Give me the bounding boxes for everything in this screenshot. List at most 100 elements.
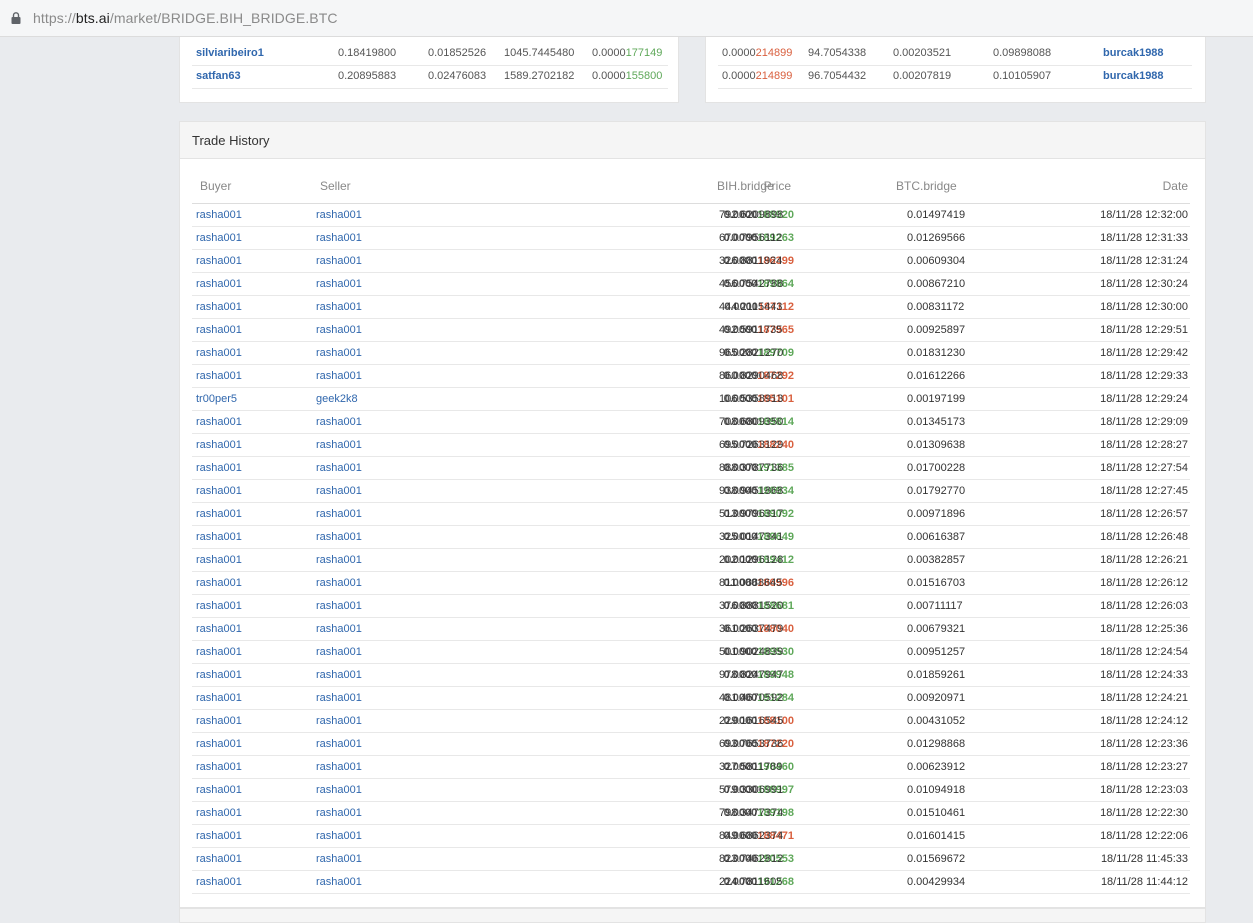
ask-row: 0.0000214899 94.7054338 0.00203521 0.098… (718, 42, 1192, 66)
trade-btc-amount: 0.01569672 (907, 853, 966, 865)
seller-link[interactable]: rasha001 (316, 457, 362, 479)
buyer-link[interactable]: rasha001 (196, 319, 242, 341)
url-text[interactable]: https://bts.ai/market/BRIDGE.BIH_BRIDGE.… (33, 10, 338, 26)
buyer-link[interactable]: rasha001 (196, 204, 242, 226)
buyer-link[interactable]: rasha001 (196, 871, 242, 893)
buyer-link[interactable]: rasha001 (196, 342, 242, 364)
buyer-link[interactable]: rasha001 (196, 641, 242, 663)
buyer-link[interactable]: rasha001 (196, 457, 242, 479)
url-scheme: https:// (33, 10, 76, 26)
table-row: rasha001 rasha001 0.0000188100 229.1616545 0… (192, 710, 1190, 733)
column-bih[interactable]: BIH.bridge (717, 179, 774, 193)
seller-link[interactable]: rasha001 (316, 342, 362, 364)
seller-link[interactable]: rasha001 (316, 549, 362, 571)
column-btc[interactable]: BTC.bridge (896, 179, 957, 193)
seller-link[interactable]: rasha001 (316, 687, 362, 709)
seller-link[interactable]: rasha001 (316, 710, 362, 732)
ask-row: 0.0000214899 96.7054432 0.00207819 0.101… (718, 65, 1192, 89)
trade-btc-amount: 0.00616387 (907, 531, 966, 543)
trade-btc-amount: 0.01601415 (907, 830, 966, 842)
seller-link[interactable]: rasha001 (316, 733, 362, 755)
seller-link[interactable]: rasha001 (316, 825, 362, 847)
seller-link[interactable]: rasha001 (316, 595, 362, 617)
buyer-link[interactable]: rasha001 (196, 848, 242, 870)
seller-link[interactable]: rasha001 (316, 365, 362, 387)
trade-bih-amount: 456.7542788 (719, 278, 784, 290)
buyer-link[interactable]: rasha001 (196, 687, 242, 709)
table-row: rasha001 rasha001 0.0000187112 444.2115443 0… (192, 296, 1190, 319)
buyer-link[interactable]: rasha001 (196, 779, 242, 801)
trade-history-rows: rasha001 rasha001 0.0000188920 792.6209898 0… (192, 204, 1190, 894)
seller-link[interactable]: rasha001 (316, 526, 362, 548)
seller-link[interactable]: rasha001 (316, 848, 362, 870)
seller-link[interactable]: rasha001 (316, 227, 362, 249)
trade-btc-amount: 0.00951257 (907, 646, 966, 658)
seller-link[interactable]: rasha001 (316, 434, 362, 456)
buyer-link[interactable]: rasha001 (196, 549, 242, 571)
buyer-link[interactable]: rasha001 (196, 595, 242, 617)
column-buyer[interactable]: Buyer (200, 179, 231, 193)
buyer-link[interactable]: rasha001 (196, 227, 242, 249)
buyer-link[interactable]: rasha001 (196, 296, 242, 318)
ask-account-link[interactable]: burcak1988 (1103, 65, 1164, 88)
column-date[interactable]: Date (1163, 179, 1188, 193)
url-host: bts.ai (75, 10, 110, 26)
trade-bih-amount: 106.5358913 (719, 393, 784, 405)
seller-link[interactable]: rasha001 (316, 756, 362, 778)
buyer-link[interactable]: rasha001 (196, 365, 242, 387)
seller-link[interactable]: rasha001 (316, 779, 362, 801)
table-row: rasha001 rasha001 0.0000189864 456.7542788 0… (192, 273, 1190, 296)
buyer-link[interactable]: rasha001 (196, 411, 242, 433)
table-row: rasha001 rasha001 0.0000189649 325.0147341 0… (192, 526, 1190, 549)
buyer-link[interactable]: tr00per5 (196, 388, 237, 410)
buyer-link[interactable]: rasha001 (196, 273, 242, 295)
buyer-link[interactable]: rasha001 (196, 664, 242, 686)
trade-date: 18/11/28 12:26:57 (1100, 508, 1188, 520)
buyer-link[interactable]: rasha001 (196, 480, 242, 502)
bid-btc: 0.02476083 (428, 70, 487, 82)
seller-link[interactable]: rasha001 (316, 572, 362, 594)
table-row: tr00per5 geek2k8 0.0000185101 106.5358913 0.… (192, 388, 1190, 411)
seller-link[interactable]: rasha001 (316, 641, 362, 663)
bid-account-link[interactable]: silviaribeiro1 (196, 42, 264, 65)
bid-price-digits: 155800 (625, 70, 663, 82)
seller-link[interactable]: rasha001 (316, 503, 362, 525)
ask-btc: 0.00207819 (893, 70, 952, 82)
seller-link[interactable]: rasha001 (316, 480, 362, 502)
trade-bih-amount: 695.7263129 (719, 439, 784, 451)
table-row: rasha001 rasha001 0.0000189948 978.8247947 0… (192, 664, 1190, 687)
browser-address-bar[interactable]: https://bts.ai/market/BRIDGE.BIH_BRIDGE.… (0, 0, 1253, 37)
buyer-link[interactable]: rasha001 (196, 250, 242, 272)
seller-link[interactable]: rasha001 (316, 802, 362, 824)
trade-btc-amount: 0.00925897 (907, 324, 966, 336)
trade-date: 18/11/28 12:28:27 (1100, 439, 1188, 451)
ask-account-link[interactable]: burcak1988 (1103, 42, 1164, 65)
trade-date: 18/11/28 12:30:00 (1100, 301, 1188, 313)
ask-total: 0.09898088 (993, 47, 1052, 59)
trade-bih-amount: 938.9451868 (719, 485, 784, 497)
buyer-link[interactable]: rasha001 (196, 572, 242, 594)
buyer-link[interactable]: rasha001 (196, 434, 242, 456)
column-seller[interactable]: Seller (320, 179, 351, 193)
buyer-link[interactable]: rasha001 (196, 756, 242, 778)
buyer-link[interactable]: rasha001 (196, 825, 242, 847)
buyer-link[interactable]: rasha001 (196, 802, 242, 824)
trade-btc-amount: 0.00431052 (907, 715, 966, 727)
seller-link[interactable]: rasha001 (316, 411, 362, 433)
seller-link[interactable]: rasha001 (316, 204, 362, 226)
seller-link[interactable]: rasha001 (316, 273, 362, 295)
trade-btc-amount: 0.00623912 (907, 761, 966, 773)
seller-link[interactable]: rasha001 (316, 319, 362, 341)
seller-link[interactable]: rasha001 (316, 664, 362, 686)
buyer-link[interactable]: rasha001 (196, 526, 242, 548)
seller-link[interactable]: geek2k8 (316, 388, 358, 410)
seller-link[interactable]: rasha001 (316, 618, 362, 640)
seller-link[interactable]: rasha001 (316, 250, 362, 272)
seller-link[interactable]: rasha001 (316, 296, 362, 318)
buyer-link[interactable]: rasha001 (196, 618, 242, 640)
buyer-link[interactable]: rasha001 (196, 503, 242, 525)
buyer-link[interactable]: rasha001 (196, 710, 242, 732)
buyer-link[interactable]: rasha001 (196, 733, 242, 755)
bid-account-link[interactable]: satfan63 (196, 65, 241, 88)
seller-link[interactable]: rasha001 (316, 871, 362, 893)
